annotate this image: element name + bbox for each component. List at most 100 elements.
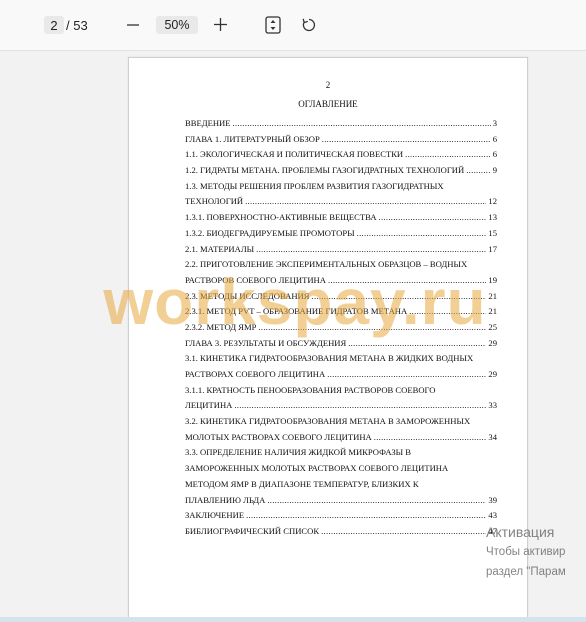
toc-leader-dots bbox=[234, 398, 486, 414]
toc-entry: ПЛАВЛЕНИЮ ЛЬДА 39 bbox=[185, 493, 497, 509]
minus-icon bbox=[127, 24, 139, 26]
toc-entry: МОЛОТЫХ РАСТВОРАХ СОЕВОГО ЛЕЦИТИНА 34 bbox=[185, 430, 497, 446]
toc-leader-dots bbox=[256, 242, 486, 258]
toc-entry-page: 33 bbox=[488, 400, 497, 411]
toc-entry-page: 13 bbox=[488, 212, 497, 223]
toc-entry: 1.3. МЕТОДЫ РЕШЕНИЯ ПРОБЛЕМ РАЗВИТИЯ ГАЗ… bbox=[185, 179, 497, 195]
activation-line-1: Чтобы активир bbox=[486, 546, 566, 558]
toc-entry-page: 29 bbox=[488, 369, 497, 379]
toc-entry: 2.3.2. МЕТОД ЯМР 25 bbox=[185, 320, 497, 336]
toc-entry-text: ТЕХНОЛОГИЙ bbox=[185, 196, 244, 207]
toc-entry: 2.3. МЕТОДЫ ИССЛЕДОВАНИЯ 21 bbox=[185, 289, 497, 305]
toc-entry-text: 3.3. ОПРЕДЕЛЕНИЕ НАЛИЧИЯ ЖИДКОЙ МИКРОФАЗ… bbox=[185, 447, 412, 458]
toc-entry-text: МЕТОДОМ ЯМР В ДИАПАЗОНЕ ТЕМПЕРАТУР, БЛИЗ… bbox=[185, 478, 419, 489]
toc-leader-dots bbox=[327, 367, 486, 383]
toc-entry-page: 12 bbox=[488, 196, 497, 207]
toc-entry-page: 6 bbox=[492, 133, 497, 144]
toc-entry: РАСТВОРОВ СОЕВОГО ЛЕЦИТИНА 19 bbox=[185, 273, 497, 289]
toc-entry-page: 21 bbox=[488, 306, 497, 317]
toc-entry: 1.2. ГИДРАТЫ МЕТАНА. ПРОБЛЕМЫ ГАЗОГИДРАТ… bbox=[185, 163, 497, 179]
toc-leader-dots bbox=[357, 226, 487, 242]
toc-leader-dots bbox=[321, 524, 486, 540]
toc-entry-text: 3.2. КИНЕТИКА ГИДРАТООБРАЗОВАНИЯ МЕТАНА … bbox=[185, 416, 471, 427]
toc-entry: ТЕХНОЛОГИЙ 12 bbox=[185, 194, 497, 210]
page-number-input[interactable]: 2 bbox=[44, 16, 64, 34]
toc-leader-dots bbox=[312, 289, 487, 305]
toc-entry: ВВЕДЕНИЕ 3 bbox=[185, 116, 497, 132]
rotate-button[interactable] bbox=[299, 15, 319, 35]
toc-entry-text: ВВЕДЕНИЕ bbox=[185, 118, 231, 128]
toc-leader-dots bbox=[328, 273, 486, 289]
rotate-icon bbox=[302, 18, 316, 32]
fit-page-icon bbox=[265, 16, 281, 34]
activation-title: Активация bbox=[486, 524, 555, 540]
toc-entry-text: 1.1. ЭКОЛОГИЧЕСКАЯ И ПОЛИТИЧЕСКАЯ ПОВЕСТ… bbox=[185, 149, 404, 160]
plus-icon bbox=[213, 17, 227, 31]
toc-entry: 2.3.1. МЕТОД PVT – ОБРАЗОВАНИЕ ГИДРАТОВ … bbox=[185, 304, 497, 320]
toc-entry: РАСТВОРАХ СОЕВОГО ЛЕЦИТИНА 29 bbox=[185, 367, 497, 383]
zoom-out-button[interactable] bbox=[124, 14, 142, 36]
toc-entry: 2.1. МАТЕРИАЛЫ 17 bbox=[185, 242, 497, 258]
toc-entry-text: ПЛАВЛЕНИЮ ЛЬДА bbox=[185, 494, 266, 505]
toc-entry: МЕТОДОМ ЯМР В ДИАПАЗОНЕ ТЕМПЕРАТУР, БЛИЗ… bbox=[185, 477, 497, 493]
toc-entry: ЗАМОРОЖЕННЫХ МОЛОТЫХ РАСТВОРАХ СОЕВОГО Л… bbox=[185, 461, 497, 477]
fit-page-button[interactable] bbox=[264, 15, 282, 35]
page-number: 2 bbox=[325, 80, 331, 90]
toc-leader-dots bbox=[405, 147, 491, 163]
toc-entry: 3.1.1. КРАТНОСТЬ ПЕНООБРАЗОВАНИЯ РАСТВОР… bbox=[185, 383, 497, 399]
toc-entry-text: 3.1. КИНЕТИКА ГИДРАТООБРАЗОВАНИЯ МЕТАНА … bbox=[185, 353, 474, 364]
toc-leader-dots bbox=[379, 210, 487, 226]
toc-entry-text: 2.3.1. МЕТОД PVT – ОБРАЗОВАНИЕ ГИДРАТОВ … bbox=[185, 306, 408, 317]
toc-leader-dots bbox=[245, 194, 486, 210]
toc-entry: 1.3.1. ПОВЕРХНОСТНО-АКТИВНЫЕ ВЕЩЕСТВА 13 bbox=[185, 210, 497, 226]
toc-entry-page: 34 bbox=[488, 431, 497, 442]
toc-entry-text: 2.3.2. МЕТОД ЯМР bbox=[185, 321, 257, 332]
toc-entry: 3.1. КИНЕТИКА ГИДРАТООБРАЗОВАНИЯ МЕТАНА … bbox=[185, 351, 497, 367]
bottom-strip bbox=[0, 617, 586, 622]
toc-leader-dots bbox=[374, 430, 487, 446]
toc-entry-text: 1.3.1. ПОВЕРХНОСТНО-АКТИВНЫЕ ВЕЩЕСТВА bbox=[185, 212, 377, 223]
toc-entry-text: 1.3. МЕТОДЫ РЕШЕНИЯ ПРОБЛЕМ РАЗВИТИЯ ГАЗ… bbox=[185, 180, 444, 191]
toc-entry-text: ГЛАВА 3. РЕЗУЛЬТАТЫ И ОБСУЖДЕНИЯ bbox=[185, 337, 347, 348]
toc-entry: ЛЕЦИТИНА 33 bbox=[185, 398, 497, 414]
toc-entry: ГЛАВА 1. ЛИТЕРАТУРНЫЙ ОБЗОР 6 bbox=[185, 132, 497, 148]
toc-entry-page: 3 bbox=[492, 118, 497, 128]
toc-entry: 3.3. ОПРЕДЕЛЕНИЕ НАЛИЧИЯ ЖИДКОЙ МИКРОФАЗ… bbox=[185, 445, 497, 461]
toc-entry: 1.3.2. БИОДЕГРАДИРУЕМЫЕ ПРОМОТОРЫ 15 bbox=[185, 226, 497, 242]
windows-activation-notice: Активация Чтобы активир раздел "Парам bbox=[486, 522, 586, 582]
toc-entry-text: 2.2. ПРИГОТОВЛЕНИЕ ЭКСПЕРИМЕНТАЛЬНЫХ ОБР… bbox=[185, 259, 468, 270]
zoom-in-button[interactable] bbox=[210, 13, 230, 35]
toc-entry-text: 3.1.1. КРАТНОСТЬ ПЕНООБРАЗОВАНИЯ РАСТВОР… bbox=[185, 384, 436, 395]
toc-entry-page: 17 bbox=[488, 243, 497, 254]
zoom-level-input[interactable]: 50% bbox=[156, 16, 198, 34]
toc-leader-dots bbox=[466, 163, 490, 179]
toc-entry-page: 19 bbox=[488, 274, 497, 285]
activation-line-2: раздел "Парам bbox=[486, 566, 566, 578]
toc-entry-page: 25 bbox=[488, 321, 497, 332]
toc-entry-text: 2.1. МАТЕРИАЛЫ bbox=[185, 243, 255, 254]
toc-entry: 3.2. КИНЕТИКА ГИДРАТООБРАЗОВАНИЯ МЕТАНА … bbox=[185, 414, 497, 430]
page-total-label: / 53 bbox=[66, 17, 88, 33]
toc-entry: 2.2. ПРИГОТОВЛЕНИЕ ЭКСПЕРИМЕНТАЛЬНЫХ ОБР… bbox=[185, 257, 497, 273]
page-title: ОГЛАВЛЕНИЕ bbox=[298, 99, 358, 109]
toc-entry-text: МОЛОТЫХ РАСТВОРАХ СОЕВОГО ЛЕЦИТИНА bbox=[185, 431, 372, 442]
toc-entry-text: РАСТВОРОВ СОЕВОГО ЛЕЦИТИНА bbox=[185, 274, 326, 285]
toc-entry-page: 9 bbox=[492, 165, 497, 176]
toc-entry: ЗАКЛЮЧЕНИЕ43 bbox=[185, 508, 497, 524]
toc-entry: БИБЛИОГРАФИЧЕСКИЙ СПИСОК47 bbox=[185, 524, 497, 540]
toc-entry-page: 6 bbox=[492, 149, 497, 160]
table-of-contents: ВВЕДЕНИЕ 3 ГЛАВА 1. ЛИТЕРАТУРНЫЙ ОБЗОР 6 1.1… bbox=[185, 116, 497, 540]
toc-leader-dots bbox=[322, 132, 491, 148]
toc-entry-text: ЗАКЛЮЧЕНИЕ bbox=[185, 510, 245, 521]
toc-leader-dots bbox=[258, 320, 486, 336]
toc-leader-dots bbox=[348, 336, 486, 352]
toc-entry-page: 29 bbox=[488, 337, 497, 348]
toc-entry-page: 15 bbox=[488, 227, 497, 238]
document-page: 2 ОГЛАВЛЕНИЕ ВВЕДЕНИЕ 3 ГЛАВА 1. ЛИТЕРАТУР… bbox=[128, 57, 528, 618]
toc-entry: ГЛАВА 3. РЕЗУЛЬТАТЫ И ОБСУЖДЕНИЯ 29 bbox=[185, 336, 497, 352]
toc-leader-dots bbox=[246, 508, 486, 524]
toc-leader-dots bbox=[233, 116, 491, 132]
toc-entry-text: 1.2. ГИДРАТЫ МЕТАНА. ПРОБЛЕМЫ ГАЗОГИДРАТ… bbox=[185, 165, 465, 176]
toc-entry-text: 2.3. МЕТОДЫ ИССЛЕДОВАНИЯ bbox=[185, 290, 310, 301]
toc-entry-text: ЛЕЦИТИНА bbox=[185, 400, 233, 411]
